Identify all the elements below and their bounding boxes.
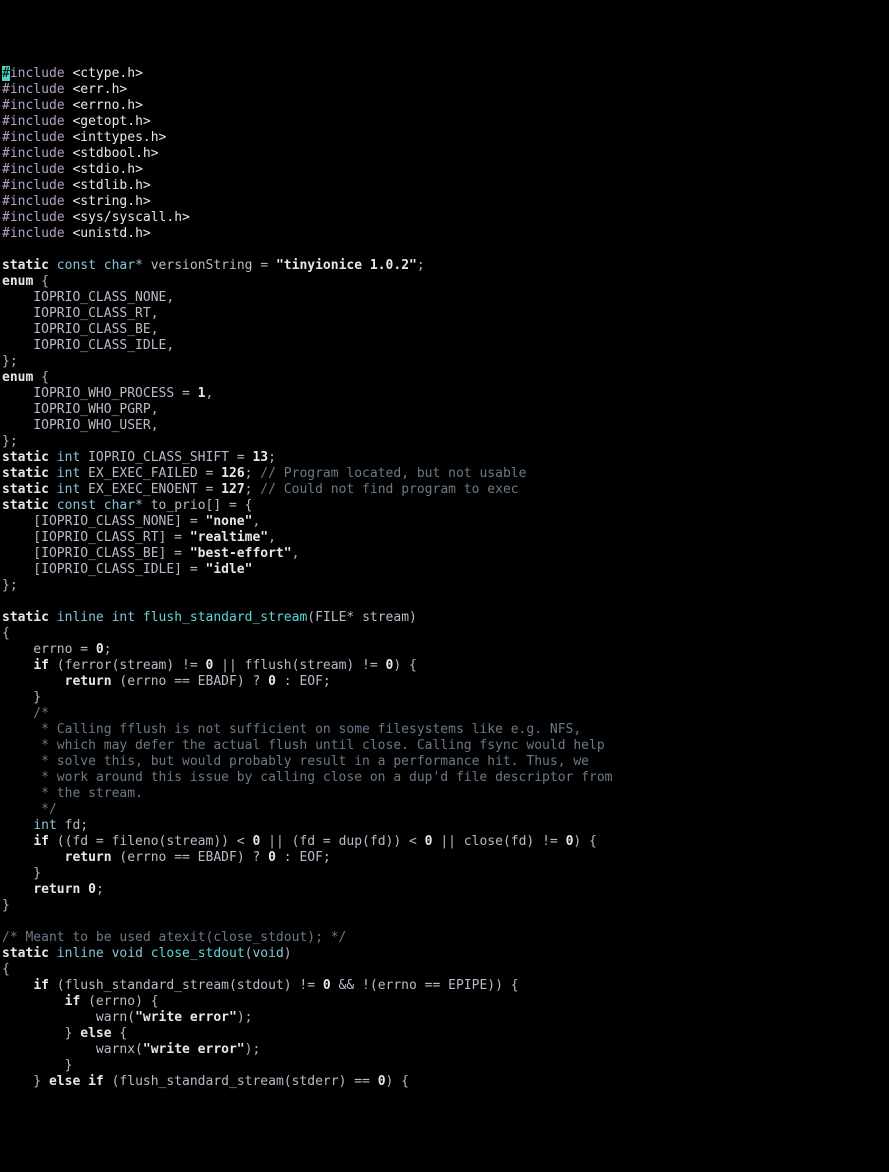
cursor: # xyxy=(2,66,10,81)
code-editor: #include <ctype.h> #include <err.h> #inc… xyxy=(2,66,887,1090)
